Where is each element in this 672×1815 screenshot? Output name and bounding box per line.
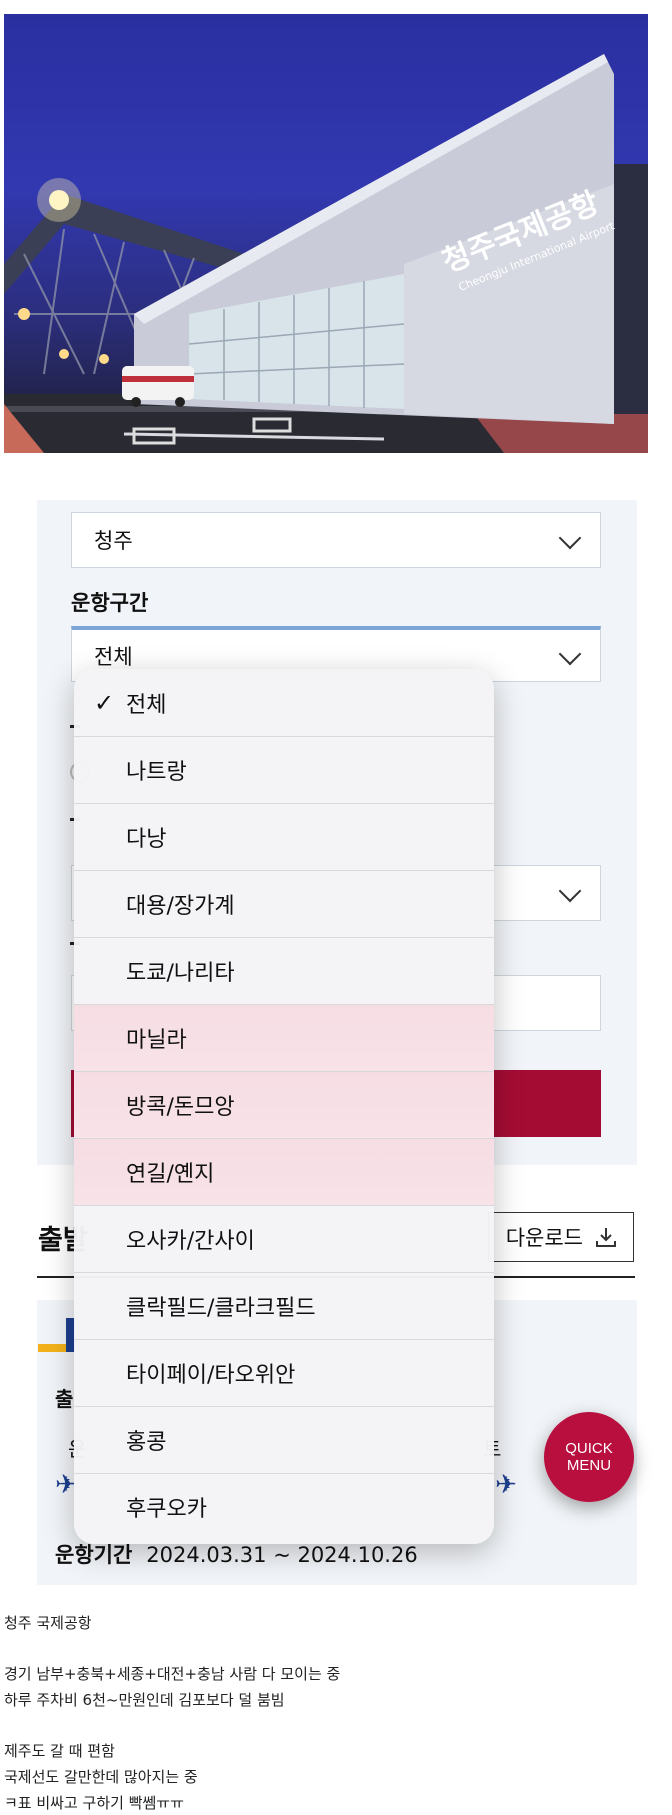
post-line: 국제선도 갈만한데 많아지는 중 bbox=[4, 1768, 198, 1786]
dropdown-option[interactable]: 홍콩 bbox=[74, 1406, 494, 1473]
dropdown-option[interactable]: 마닐라 bbox=[74, 1004, 494, 1071]
plane-icon: ✈ bbox=[495, 1470, 517, 1500]
operating-period-value: 2024.03.31 ~ 2024.10.26 bbox=[146, 1543, 418, 1567]
dropdown-option-label: 다낭 bbox=[126, 827, 167, 852]
dropdown-option-label: 오사카/간사이 bbox=[126, 1229, 255, 1254]
dropdown-option[interactable]: 연길/옌지 bbox=[74, 1138, 494, 1205]
chevron-down-icon bbox=[558, 526, 582, 550]
chevron-down-icon bbox=[558, 642, 582, 665]
post-line: ㅋ표 비싸고 구하기 빡쎔ㅠㅠ bbox=[4, 1794, 184, 1812]
quick-menu-button[interactable]: QUICK MENU bbox=[544, 1412, 634, 1502]
dropdown-option-label: 클락필드/클라크필드 bbox=[126, 1296, 316, 1321]
dropdown-option[interactable]: 대용/장가계 bbox=[74, 870, 494, 937]
dropdown-option-label: 방콕/돈므앙 bbox=[126, 1095, 235, 1120]
dropdown-option-label: 홍콩 bbox=[126, 1430, 167, 1455]
dropdown-option-label: 타이페이/타오위안 bbox=[126, 1363, 296, 1388]
download-icon bbox=[595, 1226, 617, 1248]
dropdown-option-label: 연길/옌지 bbox=[126, 1162, 215, 1187]
quick-menu-line1: QUICK bbox=[565, 1440, 613, 1457]
card-heading-fragment: 출 bbox=[55, 1387, 74, 1411]
airport-select-value: 청주 bbox=[94, 529, 133, 553]
dropdown-option-label: 마닐라 bbox=[126, 1028, 187, 1053]
post-line: 청주 국제공항 bbox=[4, 1614, 92, 1632]
dropdown-option-label: 도쿄/나리타 bbox=[126, 961, 235, 986]
chevron-down-icon bbox=[558, 879, 582, 903]
quick-menu-line2: MENU bbox=[566, 1457, 612, 1474]
dropdown-option-label: 전체 bbox=[126, 692, 167, 718]
airline-logo-mark bbox=[38, 1344, 66, 1352]
dropdown-option-all[interactable]: ✓ 전체 bbox=[74, 669, 494, 736]
checkmark-icon: ✓ bbox=[94, 688, 115, 717]
airport-photo: 청주국제공항 Cheongju International Airport bbox=[4, 14, 648, 453]
download-label: 다운로드 bbox=[505, 1226, 583, 1250]
dropdown-option[interactable]: 후쿠오카 bbox=[74, 1473, 494, 1540]
airport-select[interactable]: 청주 bbox=[71, 512, 601, 568]
dropdown-option[interactable]: 다낭 bbox=[74, 803, 494, 870]
download-button[interactable]: 다운로드 bbox=[488, 1212, 634, 1262]
dropdown-option[interactable]: 도쿄/나리타 bbox=[74, 937, 494, 1004]
post-line: 제주도 갈 때 편함 bbox=[4, 1742, 115, 1760]
dropdown-option[interactable]: 타이페이/타오위안 bbox=[74, 1339, 494, 1406]
dropdown-option-label: 나트랑 bbox=[126, 760, 187, 785]
post-line: 경기 남부+충북+세종+대전+충남 사람 다 모이는 중 bbox=[4, 1665, 341, 1683]
dropdown-option-label: 후쿠오카 bbox=[126, 1497, 207, 1522]
route-label: 운항구간 bbox=[71, 591, 149, 615]
route-dropdown-menu: ✓ 전체 나트랑 다낭 대용/장가계 도쿄/나리타 마닐라 방콕/돈므앙 연길/… bbox=[74, 669, 494, 1544]
dropdown-option[interactable]: 클락필드/클라크필드 bbox=[74, 1272, 494, 1339]
post-line: 하루 주차비 6천~만원인데 김포보다 덜 붐빔 bbox=[4, 1691, 285, 1709]
operating-period-label: 운항기간 bbox=[55, 1543, 133, 1567]
dropdown-option[interactable]: 나트랑 bbox=[74, 736, 494, 803]
dropdown-option[interactable]: 방콕/돈므앙 bbox=[74, 1071, 494, 1138]
route-select-value: 전체 bbox=[94, 644, 133, 669]
dropdown-option-label: 대용/장가계 bbox=[126, 894, 235, 919]
dropdown-option[interactable]: 오사카/간사이 bbox=[74, 1205, 494, 1272]
